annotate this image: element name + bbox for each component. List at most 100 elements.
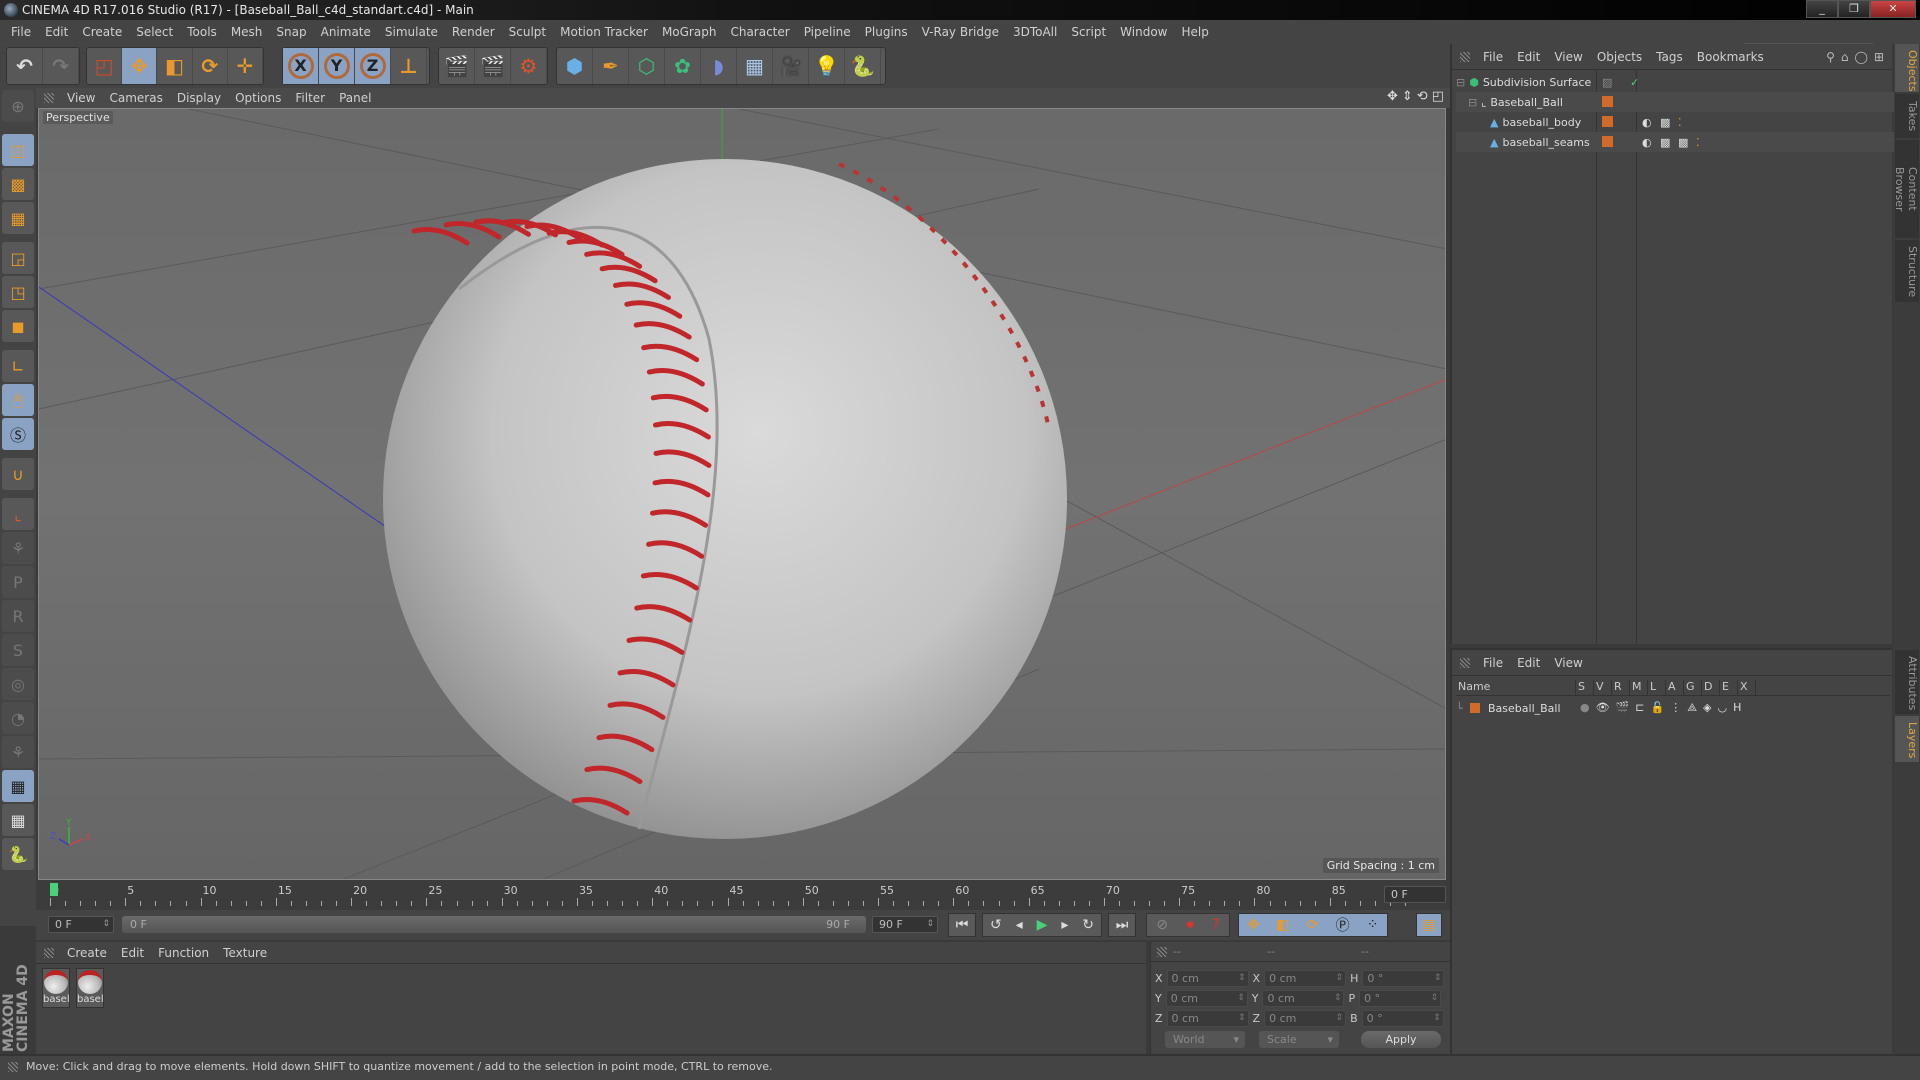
coordinate-system-icon[interactable]: ⊥ bbox=[391, 48, 427, 84]
3d-viewport[interactable]: Y Z X Perspective Grid Spacing : 1 cm bbox=[38, 108, 1446, 880]
move-view-icon[interactable]: ✥ bbox=[1387, 89, 1398, 104]
z-axis-lock-icon[interactable]: Z bbox=[355, 48, 391, 84]
deformers-icon[interactable]: ◈ bbox=[1703, 701, 1711, 715]
menu-motion-tracker[interactable]: Motion Tracker bbox=[553, 25, 655, 39]
uvw-tag-icon[interactable]: ▩ bbox=[1678, 136, 1688, 149]
collapse-icon[interactable]: ⊟ bbox=[1468, 96, 1477, 109]
collapse-icon[interactable]: ⊟ bbox=[1456, 76, 1465, 89]
autokey-icon[interactable]: ⊘ bbox=[1156, 917, 1168, 933]
go-to-end-icon[interactable]: ⏭ bbox=[1108, 913, 1136, 937]
material-menu-create[interactable]: Create bbox=[60, 946, 114, 960]
layer-column-header-r[interactable]: R bbox=[1612, 680, 1630, 695]
menu-pipeline[interactable]: Pipeline bbox=[797, 25, 858, 39]
mograph-cloner-icon[interactable]: ✿ bbox=[665, 48, 701, 84]
menu-simulate[interactable]: Simulate bbox=[378, 25, 445, 39]
polygons-mode-icon[interactable]: ◼ bbox=[2, 310, 34, 342]
rot-b-field[interactable]: 0 ° bbox=[1361, 1010, 1444, 1027]
transform-mode-dropdown[interactable]: Scale bbox=[1259, 1031, 1339, 1048]
menu-script[interactable]: Script bbox=[1064, 25, 1113, 39]
object-row-baseball-ball[interactable]: ⊟ ⌞ Baseball_Ball bbox=[1456, 92, 1896, 112]
layer-disabled-icon[interactable]: ▨ bbox=[1602, 76, 1612, 89]
viewport-menu-display[interactable]: Display bbox=[170, 91, 228, 105]
edges-mode-icon[interactable]: ◳ bbox=[2, 276, 34, 308]
record-icon[interactable]: ⏺ bbox=[1187, 917, 1194, 933]
layer-color-swatch[interactable] bbox=[1602, 96, 1613, 107]
key-parameter-icon[interactable]: Ⓟ bbox=[1336, 915, 1350, 935]
layers-menu-file[interactable]: File bbox=[1476, 656, 1510, 670]
phong-tag-icon[interactable]: ⁚ bbox=[1696, 136, 1700, 149]
material-tag-icon[interactable]: ◐ bbox=[1642, 116, 1652, 129]
visible-eye-icon[interactable]: 👁 bbox=[1596, 701, 1610, 715]
timeline-ruler[interactable]: 051015202530354045505560657075808590 0 F bbox=[36, 880, 1450, 910]
toggle-layout-icon[interactable]: ◰ bbox=[1432, 89, 1444, 104]
viewport-menu-panel[interactable]: Panel bbox=[332, 91, 378, 105]
play-icon[interactable]: ▶ bbox=[1037, 917, 1048, 933]
pos-x-field[interactable]: 0 cm bbox=[1166, 970, 1249, 987]
layer-row[interactable]: └ Baseball_Ball ● 👁 🎬 ⊏ 🔓 ⋮ ⟁ ◈ ◡ H bbox=[1456, 698, 1896, 718]
cube-icon[interactable]: ⬢ bbox=[557, 48, 593, 84]
objects-menu-tags[interactable]: Tags bbox=[1649, 50, 1690, 64]
previous-frame-icon[interactable]: ◂ bbox=[1016, 917, 1023, 933]
material-swatch[interactable]: basel bbox=[42, 968, 70, 1008]
tab-attributes[interactable]: Attributes bbox=[1895, 650, 1919, 714]
menu-window[interactable]: Window bbox=[1113, 25, 1174, 39]
move-last-tool-icon[interactable]: ✛ bbox=[228, 48, 264, 84]
layer-color-swatch[interactable] bbox=[1602, 116, 1613, 127]
lock-workplane-icon[interactable]: ▦ bbox=[2, 770, 34, 802]
menu-plugins[interactable]: Plugins bbox=[858, 25, 915, 39]
workplane-mode-icon[interactable]: ▦ bbox=[2, 202, 34, 234]
end-frame-field[interactable]: 90 F bbox=[872, 916, 938, 933]
manager-icon[interactable]: ⊏ bbox=[1635, 701, 1644, 715]
camera-icon[interactable]: 🎥 bbox=[773, 48, 809, 84]
view-icon[interactable]: ◯ bbox=[1855, 50, 1868, 64]
current-frame-field[interactable]: 0 F bbox=[1384, 886, 1446, 903]
menu-render[interactable]: Render bbox=[445, 25, 502, 39]
expressions-icon[interactable]: ◡ bbox=[1717, 701, 1727, 715]
object-name[interactable]: Baseball_Ball bbox=[1490, 96, 1563, 109]
tweak-mode-icon[interactable]: 🖱 bbox=[2, 384, 34, 416]
layer-column-header-s[interactable]: S bbox=[1576, 680, 1594, 695]
help-icon[interactable]: ? bbox=[1212, 917, 1219, 933]
object-row-baseball-body[interactable]: ▲ baseball_body ◐ ▩ ⁚ bbox=[1456, 112, 1896, 132]
previous-key-icon[interactable]: ↺ bbox=[990, 917, 1002, 933]
menu-snap[interactable]: Snap bbox=[269, 25, 313, 39]
objects-menu-file[interactable]: File bbox=[1476, 50, 1510, 64]
key-position-icon[interactable]: ✥ bbox=[1248, 917, 1260, 933]
render-settings-icon[interactable]: ⚙ bbox=[511, 48, 547, 84]
key-rotation-icon[interactable]: ⟳ bbox=[1307, 917, 1319, 933]
next-key-icon[interactable]: ↻ bbox=[1082, 917, 1094, 933]
solo-dot-icon[interactable]: ● bbox=[1580, 701, 1590, 715]
layer-color-swatch[interactable] bbox=[1602, 136, 1613, 147]
search-icon[interactable]: ⚲ bbox=[1826, 50, 1835, 64]
texture-mode-icon[interactable]: ▩ bbox=[2, 168, 34, 200]
menu-animate[interactable]: Animate bbox=[314, 25, 378, 39]
floor-icon[interactable]: ▦ bbox=[737, 48, 773, 84]
start-frame-field[interactable]: 0 F bbox=[48, 916, 114, 933]
objects-menu-bookmarks[interactable]: Bookmarks bbox=[1690, 50, 1771, 64]
minimize-button[interactable]: _ bbox=[1806, 0, 1838, 18]
x-axis-lock-icon[interactable]: X bbox=[283, 48, 319, 84]
restore-button[interactable]: ❐ bbox=[1838, 0, 1870, 18]
layers-menu-edit[interactable]: Edit bbox=[1510, 656, 1547, 670]
menu-file[interactable]: File bbox=[4, 25, 38, 39]
layer-name[interactable]: Baseball_Ball bbox=[1488, 702, 1561, 715]
workplane-align-icon[interactable]: ▦ bbox=[2, 804, 34, 836]
material-menu-function[interactable]: Function bbox=[151, 946, 216, 960]
camera-label[interactable]: Perspective bbox=[43, 111, 113, 124]
apply-button[interactable]: Apply bbox=[1361, 1031, 1441, 1048]
pos-y-field[interactable]: 0 cm bbox=[1165, 990, 1248, 1007]
objects-menu-view[interactable]: View bbox=[1547, 50, 1589, 64]
size-z-field[interactable]: 0 cm bbox=[1264, 1010, 1347, 1027]
enabled-check-icon[interactable]: ✓ bbox=[1630, 76, 1639, 89]
parameter-p-icon[interactable]: P bbox=[2, 566, 34, 598]
generators-icon[interactable]: ⟁ bbox=[1687, 701, 1697, 715]
python-icon[interactable]: 🐍 bbox=[845, 48, 881, 84]
menu-vray-bridge[interactable]: V-Ray Bridge bbox=[915, 25, 1006, 39]
close-button[interactable]: ✕ bbox=[1870, 0, 1916, 18]
snap-icon[interactable]: ∪ bbox=[2, 458, 34, 490]
menu-mograph[interactable]: MoGraph bbox=[655, 25, 724, 39]
menu-edit[interactable]: Edit bbox=[38, 25, 75, 39]
model-mode-icon[interactable]: ◫ bbox=[2, 134, 34, 166]
uvw-tag-icon[interactable]: ▩ bbox=[1660, 136, 1670, 149]
rotate-view-icon[interactable]: ⟲ bbox=[1417, 89, 1428, 104]
